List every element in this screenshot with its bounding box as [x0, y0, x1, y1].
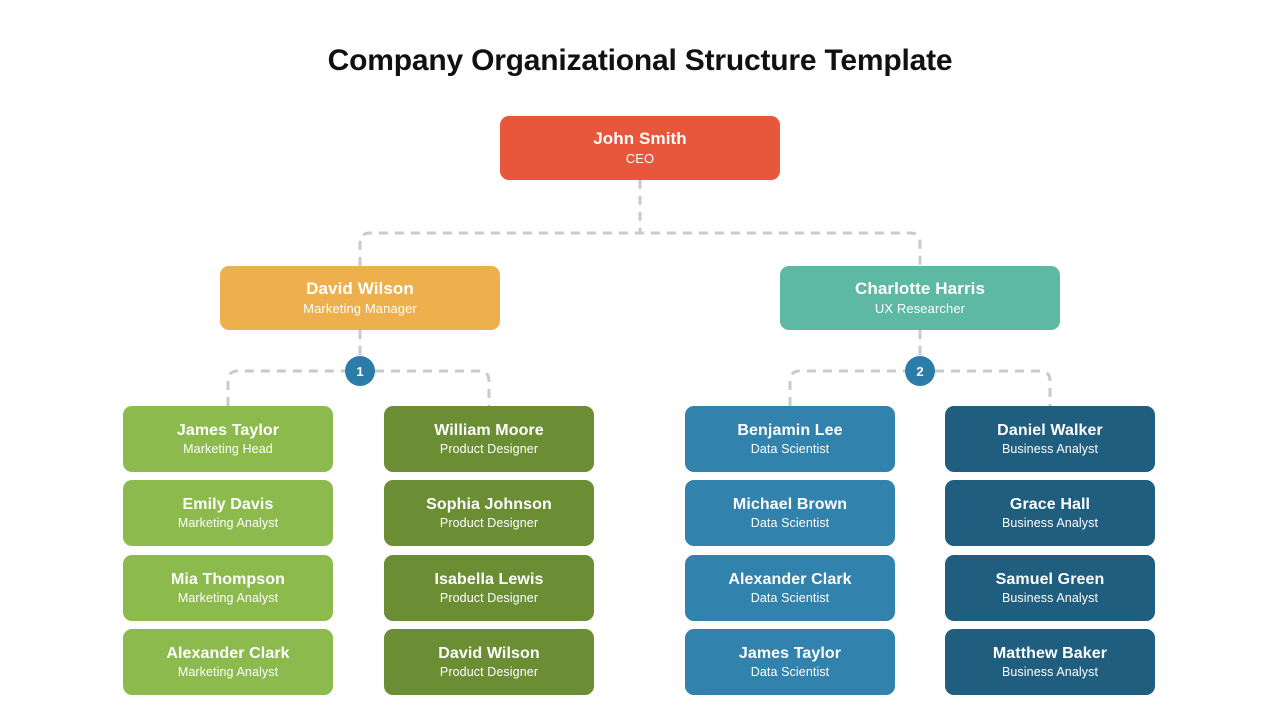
- node-leaf[interactable]: Samuel Green Business Analyst: [945, 555, 1155, 621]
- node-name: Mia Thompson: [170, 570, 286, 588]
- connector-mgr1-right: [935, 369, 1052, 406]
- node-role: Business Analyst: [1001, 441, 1099, 456]
- node-name: Sophia Johnson: [426, 495, 552, 513]
- node-leaf[interactable]: Alexander Clark Marketing Analyst: [123, 629, 333, 695]
- node-leaf[interactable]: Michael Brown Data Scientist: [685, 480, 895, 546]
- node-role: UX Researcher: [874, 301, 966, 317]
- node-role: Business Analyst: [1001, 515, 1099, 530]
- node-role: CEO: [625, 151, 655, 167]
- node-role: Data Scientist: [750, 515, 830, 530]
- node-role: Marketing Head: [183, 441, 273, 456]
- connector-mgr0-left: [226, 369, 345, 406]
- node-name: Grace Hall: [1009, 495, 1091, 513]
- node-name: Alexander Clark: [728, 570, 852, 588]
- branch-badge-1[interactable]: 1: [345, 356, 375, 386]
- node-name: Daniel Walker: [997, 421, 1103, 439]
- node-role: Data Scientist: [750, 441, 830, 456]
- node-manager-marketing[interactable]: David Wilson Marketing Manager: [220, 266, 500, 330]
- node-name: Charlotte Harris: [854, 278, 986, 298]
- node-leaf[interactable]: Alexander Clark Data Scientist: [685, 555, 895, 621]
- node-role: Data Scientist: [750, 664, 830, 679]
- connector-level2-bus: [358, 231, 922, 266]
- page-title: Company Organizational Structure Templat…: [327, 44, 953, 77]
- node-name: Samuel Green: [995, 570, 1105, 588]
- node-name: Alexander Clark: [166, 644, 290, 662]
- node-role: Business Analyst: [1001, 664, 1099, 679]
- node-leaf[interactable]: Benjamin Lee Data Scientist: [685, 406, 895, 472]
- node-name: Michael Brown: [732, 495, 848, 513]
- node-leaf[interactable]: Mia Thompson Marketing Analyst: [123, 555, 333, 621]
- node-role: Product Designer: [439, 441, 539, 456]
- node-manager-ux[interactable]: Charlotte Harris UX Researcher: [780, 266, 1060, 330]
- node-role: Marketing Analyst: [177, 664, 279, 679]
- node-role: Marketing Manager: [303, 301, 417, 317]
- node-role: Marketing Analyst: [177, 515, 279, 530]
- node-name: David Wilson: [306, 278, 414, 298]
- node-role: Product Designer: [439, 590, 539, 605]
- node-name: Isabella Lewis: [434, 570, 544, 588]
- node-role: Data Scientist: [750, 590, 830, 605]
- node-name: Benjamin Lee: [737, 421, 843, 439]
- node-name: James Taylor: [176, 421, 280, 439]
- connector-mgr0-right: [375, 369, 491, 406]
- branch-badge-2[interactable]: 2: [905, 356, 935, 386]
- node-role: Product Designer: [439, 515, 539, 530]
- node-leaf[interactable]: William Moore Product Designer: [384, 406, 594, 472]
- node-leaf[interactable]: Daniel Walker Business Analyst: [945, 406, 1155, 472]
- connector-mgr1-left: [788, 369, 905, 406]
- node-leaf[interactable]: Emily Davis Marketing Analyst: [123, 480, 333, 546]
- node-name: Emily Davis: [182, 495, 274, 513]
- node-leaf[interactable]: Grace Hall Business Analyst: [945, 480, 1155, 546]
- node-leaf[interactable]: Matthew Baker Business Analyst: [945, 629, 1155, 695]
- node-name: Matthew Baker: [992, 644, 1108, 662]
- node-leaf[interactable]: James Taylor Marketing Head: [123, 406, 333, 472]
- node-leaf[interactable]: Isabella Lewis Product Designer: [384, 555, 594, 621]
- node-name: John Smith: [593, 128, 687, 148]
- node-role: Product Designer: [439, 664, 539, 679]
- node-leaf[interactable]: Sophia Johnson Product Designer: [384, 480, 594, 546]
- node-role: Business Analyst: [1001, 590, 1099, 605]
- node-role: Marketing Analyst: [177, 590, 279, 605]
- org-chart-canvas: Company Organizational Structure Templat…: [0, 0, 1280, 720]
- node-leaf[interactable]: James Taylor Data Scientist: [685, 629, 895, 695]
- node-ceo[interactable]: John Smith CEO: [500, 116, 780, 180]
- node-name: William Moore: [434, 421, 544, 439]
- node-name: David Wilson: [438, 644, 540, 662]
- node-leaf[interactable]: David Wilson Product Designer: [384, 629, 594, 695]
- node-name: James Taylor: [738, 644, 842, 662]
